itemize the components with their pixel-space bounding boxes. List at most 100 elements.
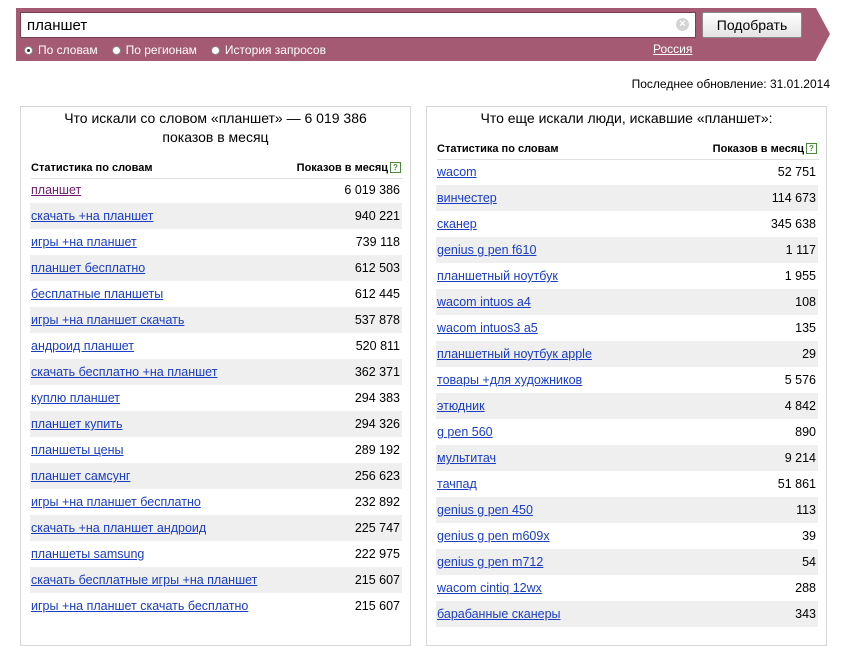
keyword-link[interactable]: wacom intuos a4 bbox=[437, 295, 531, 309]
keyword-link[interactable]: планшеты цены bbox=[31, 443, 124, 457]
table-row: g pen 560 890 bbox=[436, 419, 818, 445]
views-count: 9 214 bbox=[784, 451, 816, 465]
keyword-link[interactable]: genius g pen m609x bbox=[437, 529, 550, 543]
radio-dot-icon[interactable] bbox=[210, 45, 220, 55]
views-count: 362 371 bbox=[354, 365, 400, 379]
views-count: 520 811 bbox=[355, 339, 400, 353]
views-count: 256 623 bbox=[354, 469, 400, 483]
table-row: этюдник 4 842 bbox=[436, 393, 818, 419]
keyword-link[interactable]: барабанные сканеры bbox=[437, 607, 561, 621]
views-count: 5 576 bbox=[784, 373, 816, 387]
radio-dot-selected-icon[interactable] bbox=[24, 45, 33, 55]
radio-query-history[interactable]: История запросов bbox=[210, 43, 326, 57]
radio-by-words[interactable]: По словам bbox=[24, 43, 98, 57]
radio-dot-icon[interactable] bbox=[111, 45, 121, 55]
keyword-link[interactable]: игры +на планшет скачать бесплатно bbox=[31, 599, 248, 613]
views-count: 890 bbox=[795, 425, 816, 439]
region-link[interactable]: Россия bbox=[653, 42, 692, 56]
keyword-link[interactable]: g pen 560 bbox=[437, 425, 493, 439]
keyword-link[interactable]: genius g pen 450 bbox=[437, 503, 533, 517]
keyword-link[interactable]: скачать бесплатно +на планшет bbox=[31, 365, 217, 379]
keyword-link[interactable]: мультитач bbox=[437, 451, 496, 465]
submit-button[interactable]: Подобрать bbox=[702, 12, 802, 38]
table-row: игры +на планшет 739 118 bbox=[30, 229, 402, 255]
views-count: 113 bbox=[796, 503, 816, 517]
help-icon[interactable]: ? bbox=[390, 162, 401, 173]
keyword-link[interactable]: сканер bbox=[437, 217, 477, 231]
table-row: wacom cintiq 12wx 288 bbox=[436, 575, 818, 601]
panel-title: Что искали со словом «планшет» — 6 019 3… bbox=[64, 110, 367, 145]
keyword-link[interactable]: товары +для художников bbox=[437, 373, 582, 387]
table-row: тачпад 51 861 bbox=[436, 471, 818, 497]
keyword-link[interactable]: игры +на планшет бесплатно bbox=[31, 495, 201, 509]
views-count: 1 955 bbox=[784, 269, 816, 283]
keyword-link[interactable]: игры +на планшет скачать bbox=[31, 313, 184, 327]
keyword-link[interactable]: планшет bbox=[31, 183, 81, 197]
views-count: 4 842 bbox=[784, 399, 816, 413]
table-row: игры +на планшет скачать 537 878 bbox=[30, 307, 402, 333]
keyword-link[interactable]: андроид планшет bbox=[31, 339, 134, 353]
views-count: 222 975 bbox=[354, 547, 400, 561]
keyword-link[interactable]: wacom cintiq 12wx bbox=[437, 581, 542, 595]
keyword-link[interactable]: wacom intuos3 a5 bbox=[437, 321, 538, 335]
table-row: андроид планшет 520 811 bbox=[30, 333, 402, 359]
keyword-link[interactable]: скачать +на планшет андроид bbox=[31, 521, 206, 535]
panel-title: Что еще искали люди, искавшие «планшет»: bbox=[480, 110, 773, 126]
keyword-link[interactable]: этюдник bbox=[437, 399, 485, 413]
keyword-link[interactable]: планшет купить bbox=[31, 417, 123, 431]
keyword-link[interactable]: планшет бесплатно bbox=[31, 261, 145, 275]
table-row: планшет самсунг 256 623 bbox=[30, 463, 402, 489]
table-row: wacom 52 751 bbox=[436, 159, 818, 185]
views-count: 232 892 bbox=[354, 495, 400, 509]
views-count: 288 bbox=[795, 581, 816, 595]
table-row: планшетный ноутбук apple 29 bbox=[436, 341, 818, 367]
clear-icon[interactable]: × bbox=[676, 18, 689, 31]
views-count: 108 bbox=[795, 295, 816, 309]
keyword-link[interactable]: винчестер bbox=[437, 191, 497, 205]
views-count: 537 878 bbox=[354, 313, 400, 327]
table-row: барабанные сканеры 343 bbox=[436, 601, 818, 627]
views-count: 343 bbox=[795, 607, 816, 621]
views-count: 612 503 bbox=[354, 261, 400, 275]
keyword-link[interactable]: планшетный ноутбук bbox=[437, 269, 558, 283]
views-count: 215 607 bbox=[354, 599, 400, 613]
views-count: 6 019 386 bbox=[344, 183, 400, 197]
keyword-link[interactable]: wacom bbox=[437, 165, 477, 179]
column-header-views-label: Показов в месяц bbox=[712, 143, 804, 155]
last-update-text: Последнее обновление: 31.01.2014 bbox=[631, 77, 830, 91]
keyword-link[interactable]: genius g pen f610 bbox=[437, 243, 536, 257]
search-input[interactable] bbox=[20, 12, 696, 38]
keyword-link[interactable]: скачать бесплатные игры +на планшет bbox=[31, 573, 257, 587]
keyword-link[interactable]: планшеты samsung bbox=[31, 547, 144, 561]
keyword-link[interactable]: тачпад bbox=[437, 477, 477, 491]
table-row: скачать +на планшет 940 221 bbox=[30, 203, 402, 229]
table-row: товары +для художников 5 576 bbox=[436, 367, 818, 393]
table-row: wacom intuos a4 108 bbox=[436, 289, 818, 315]
left-results-list: планшет 6 019 386 скачать +на планшет 940 2… bbox=[30, 177, 402, 619]
radio-label: История запросов bbox=[224, 43, 326, 57]
table-row: сканер 345 638 bbox=[436, 211, 818, 237]
table-row: genius g pen 450 113 bbox=[436, 497, 818, 523]
views-count: 54 bbox=[802, 555, 816, 569]
keyword-link[interactable]: куплю планшет bbox=[31, 391, 120, 405]
views-count: 940 221 bbox=[354, 209, 400, 223]
table-row: wacom intuos3 a5 135 bbox=[436, 315, 818, 341]
keyword-link[interactable]: скачать +на планшет bbox=[31, 209, 153, 223]
views-count: 52 751 bbox=[777, 165, 816, 179]
keyword-link[interactable]: бесплатные планшеты bbox=[31, 287, 163, 301]
keyword-link[interactable]: планшетный ноутбук apple bbox=[437, 347, 592, 361]
column-header-views: Показов в месяц? bbox=[297, 162, 401, 174]
table-row: скачать +на планшет андроид 225 747 bbox=[30, 515, 402, 541]
table-row: планшет 6 019 386 bbox=[30, 177, 402, 203]
keyword-link[interactable]: игры +на планшет bbox=[31, 235, 137, 249]
radio-by-regions[interactable]: По регионам bbox=[111, 43, 197, 57]
keyword-link[interactable]: планшет самсунг bbox=[31, 469, 130, 483]
radio-label: По словам bbox=[38, 43, 98, 57]
table-row: куплю планшет 294 383 bbox=[30, 385, 402, 411]
views-count: 114 673 bbox=[771, 191, 816, 205]
help-icon[interactable]: ? bbox=[806, 143, 817, 154]
views-count: 225 747 bbox=[354, 521, 400, 535]
table-row: винчестер 114 673 bbox=[436, 185, 818, 211]
table-row: скачать бесплатно +на планшет 362 371 bbox=[30, 359, 402, 385]
keyword-link[interactable]: genius g pen m712 bbox=[437, 555, 543, 569]
